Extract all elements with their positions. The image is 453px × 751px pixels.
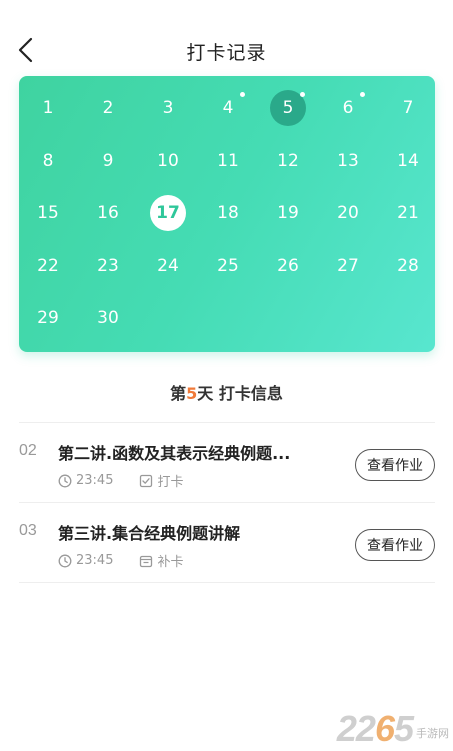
calendar-day-label: 22 [37, 255, 59, 276]
checkin-dot-icon [300, 92, 305, 97]
calendar-day-label: 5 [282, 98, 294, 118]
record-meta: 23:45 补卡 [58, 551, 183, 570]
calendar-day-3[interactable]: 3 [150, 90, 186, 126]
divider [19, 582, 435, 583]
calendar-day-16[interactable]: 16 [90, 195, 126, 231]
calendar-day-27[interactable]: 27 [330, 248, 366, 284]
calendar-day-21[interactable]: 21 [390, 195, 426, 231]
record-status: 补卡 [157, 555, 184, 570]
calendar-day-label: 11 [217, 150, 239, 171]
calendar-day-label: 2 [102, 98, 114, 118]
watermark-number-a: 22 [336, 708, 376, 749]
calendar-day-label: 8 [42, 150, 54, 171]
calendar-day-22[interactable]: 22 [30, 248, 66, 284]
page-title: 打卡记录 [186, 42, 267, 64]
calendar-day-29[interactable]: 29 [30, 300, 66, 336]
calendar-day-label: 10 [157, 150, 179, 171]
view-homework-button[interactable]: 查看作业 [355, 449, 435, 481]
calendar-day-label: 20 [337, 203, 359, 223]
watermark-number-c: 5 [393, 708, 414, 749]
checkin-dot-icon [240, 92, 245, 97]
calendar-day-17[interactable]: 17 [150, 195, 186, 231]
record-status: 打卡 [157, 475, 184, 490]
calendar-day-label: 21 [397, 203, 419, 223]
calendar-day-15[interactable]: 15 [30, 195, 66, 231]
calendar-day-9[interactable]: 9 [90, 143, 126, 179]
calendar-day-7[interactable]: 7 [390, 90, 426, 126]
calendar-day-5[interactable]: 5 [270, 90, 306, 126]
section-day-number: 5 [186, 384, 198, 403]
calendar-day-26[interactable]: 26 [270, 248, 306, 284]
record-row: 02 第二讲.函数及其表示经典例题... 23:45 打卡 查看作业 [19, 424, 435, 504]
calendar-day-label: 15 [37, 203, 59, 223]
calendar-day-label: 24 [157, 255, 179, 276]
record-time: 23:45 [76, 473, 114, 488]
calendar-day-label: 25 [217, 255, 239, 276]
calendar-day-label: 28 [397, 255, 419, 276]
calendar-icon [140, 555, 153, 567]
calendar-day-18[interactable]: 18 [210, 195, 246, 231]
calendar-day-label: 30 [97, 308, 119, 328]
calendar-day-28[interactable]: 28 [390, 248, 426, 284]
calendar-day-label: 7 [402, 98, 414, 118]
section-suffix: 天 打卡信息 [197, 384, 283, 403]
calendar-day-12[interactable]: 12 [270, 143, 306, 179]
calendar-day-30[interactable]: 30 [90, 300, 126, 336]
clock-icon [58, 474, 72, 487]
site-watermark-logo: 2265 手游网 [337, 711, 449, 747]
calendar-day-2[interactable]: 2 [90, 90, 126, 126]
clock-icon [58, 554, 72, 567]
calendar-day-23[interactable]: 23 [90, 248, 126, 284]
calendar-day-13[interactable]: 13 [330, 143, 366, 179]
record-title[interactable]: 第二讲.函数及其表示经典例题... [58, 440, 290, 464]
checkbox-icon [140, 474, 153, 487]
record-row: 03 第三讲.集合经典例题讲解 23:45 补卡 查看作业 [19, 504, 435, 584]
checkin-dot-icon [360, 92, 365, 97]
calendar-day-1[interactable]: 1 [30, 90, 66, 126]
record-meta: 23:45 打卡 [58, 471, 183, 490]
calendar-day-label: 12 [277, 150, 299, 171]
calendar-day-14[interactable]: 14 [390, 143, 426, 179]
checkin-info-title: 第5天 打卡信息 [0, 380, 453, 404]
watermark-text: 手游网 [416, 727, 449, 740]
calendar-day-6[interactable]: 6 [330, 90, 366, 126]
calendar-day-label: 19 [277, 203, 299, 223]
header: 打卡记录 [0, 0, 453, 76]
calendar-day-label: 6 [342, 98, 354, 118]
calendar-day-label: 23 [97, 255, 119, 276]
calendar-day-25[interactable]: 25 [210, 248, 246, 284]
calendar-day-10[interactable]: 10 [150, 143, 186, 179]
calendar-day-label: 13 [337, 150, 359, 171]
calendar-day-label: 1 [42, 98, 54, 118]
calendar-day-label: 17 [156, 203, 180, 223]
watermark-number-b: 6 [374, 708, 395, 749]
record-time: 23:45 [76, 553, 114, 568]
calendar-day-label: 9 [102, 150, 114, 171]
calendar-day-label: 29 [37, 308, 59, 328]
record-index: 03 [19, 522, 37, 539]
calendar-day-4[interactable]: 4 [210, 90, 246, 126]
view-homework-button[interactable]: 查看作业 [355, 529, 435, 561]
calendar-day-11[interactable]: 11 [210, 143, 246, 179]
calendar-day-19[interactable]: 19 [270, 195, 306, 231]
calendar-day-label: 18 [217, 203, 239, 223]
calendar-day-8[interactable]: 8 [30, 143, 66, 179]
divider [19, 422, 435, 423]
calendar-day-label: 27 [337, 255, 359, 276]
record-index: 02 [19, 442, 37, 459]
divider [19, 502, 435, 503]
calendar-day-label: 16 [97, 203, 119, 223]
section-prefix: 第 [170, 384, 187, 403]
calendar-day-20[interactable]: 20 [330, 195, 366, 231]
calendar-day-label: 4 [222, 98, 234, 118]
calendar-day-24[interactable]: 24 [150, 248, 186, 284]
calendar-day-label: 14 [397, 150, 419, 171]
calendar-grid: 1 2 3 4 5 6 7 8 9 10 11 12 13 14 15 16 17 18 19 20 21 22 23 24 2… [19, 76, 435, 352]
record-title[interactable]: 第三讲.集合经典例题讲解 [58, 520, 240, 544]
calendar-day-label: 3 [162, 98, 174, 118]
calendar-day-label: 26 [277, 255, 299, 276]
